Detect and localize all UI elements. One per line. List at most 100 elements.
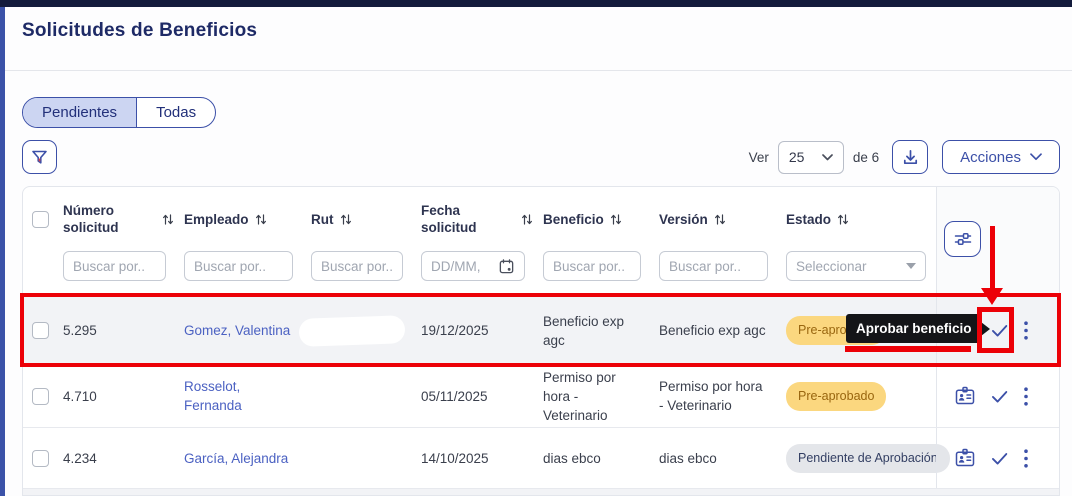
cell-actions (936, 297, 1059, 364)
row-checkbox-cell (23, 428, 63, 488)
filter-cell-empleado (184, 251, 311, 296)
cell-beneficio: Permiso por hora - Veterinario (543, 365, 659, 427)
calendar-icon[interactable] (498, 258, 515, 275)
download-button[interactable] (892, 140, 928, 174)
table-filter-row: DD/MM, Seleccionar (23, 251, 1059, 296)
employee-card-icon[interactable] (954, 320, 976, 342)
kebab-menu-icon[interactable] (1023, 386, 1029, 407)
rut-search-input[interactable] (311, 251, 403, 281)
table-row[interactable]: 4.234 García, Alejandra 14/10/2025 dias … (23, 427, 1059, 488)
sort-icon[interactable] (610, 213, 622, 226)
page-size-select[interactable]: 25 (778, 141, 844, 174)
column-header-fecha[interactable]: Fecha solicitud (421, 187, 543, 251)
requests-table: Número solicitud Empleado Rut Fecha soli… (22, 186, 1060, 496)
cell-fecha: 19/12/2025 (421, 297, 543, 364)
approve-check-icon[interactable] (989, 320, 1010, 341)
chevron-down-icon (1030, 153, 1042, 161)
cell-numero: 5.295 (63, 297, 184, 364)
redacted-rut (299, 380, 406, 412)
cell-estado: Pre-aprobado (786, 297, 936, 364)
column-settings-button[interactable] (944, 221, 981, 257)
select-caret-icon (906, 263, 916, 269)
numero-search-input[interactable] (63, 251, 166, 281)
column-header-beneficio[interactable]: Beneficio (543, 187, 659, 251)
cell-version: Beneficio exp agc (659, 297, 786, 364)
filter-button[interactable] (22, 140, 57, 174)
table-row[interactable]: 4.710 Rosselot, Fernanda 05/11/2025 Perm… (23, 364, 1059, 427)
actions-dropdown-button[interactable]: Acciones (942, 140, 1060, 174)
filter-cell-rut (311, 251, 421, 296)
employee-link[interactable]: García, Alejandra (184, 428, 311, 488)
select-all-checkbox[interactable] (32, 211, 49, 228)
row-checkbox-cell (23, 297, 63, 364)
chevron-down-icon (822, 154, 833, 161)
employee-card-icon[interactable] (954, 447, 976, 469)
page-size-value: 25 (789, 149, 805, 165)
employee-link[interactable]: Gomez, Valentina (184, 297, 311, 364)
cell-fecha: 05/11/2025 (421, 365, 543, 427)
column-header-numero[interactable]: Número solicitud (63, 187, 184, 251)
sort-icon[interactable] (521, 213, 533, 226)
column-header-estado[interactable]: Estado (786, 187, 936, 251)
status-badge: Pre-aprobado (786, 382, 886, 411)
sort-icon[interactable] (255, 213, 267, 226)
empleado-search-input[interactable] (184, 251, 293, 281)
status-badge: Pre-aprobado (786, 316, 886, 345)
sort-icon[interactable] (837, 213, 849, 226)
row-checkbox[interactable] (32, 388, 49, 405)
approve-check-icon[interactable] (989, 448, 1010, 469)
sort-icon[interactable] (162, 213, 174, 226)
table-row[interactable]: 5.295 Gomez, Valentina 19/12/2025 Benefi… (23, 296, 1059, 364)
row-checkbox[interactable] (32, 450, 49, 467)
top-accent-bar (0, 0, 1072, 7)
filter-cell-estado: Seleccionar (786, 251, 936, 296)
filter-cell-numero (63, 251, 184, 296)
filter-cell-version (659, 251, 786, 296)
actions-label: Acciones (960, 149, 1021, 166)
cell-rut (311, 297, 421, 364)
fecha-date-input[interactable]: DD/MM, (421, 251, 525, 281)
next-row-partial (23, 488, 1059, 496)
redacted-rut (299, 315, 406, 347)
page-title: Solicitudes de Beneficios (22, 20, 257, 42)
version-search-input[interactable] (659, 251, 768, 281)
cell-version: Permiso por hora - Veterinario (659, 365, 786, 427)
employee-card-icon[interactable] (954, 385, 976, 407)
kebab-menu-icon[interactable] (1023, 448, 1029, 469)
tab-todas[interactable]: Todas (136, 98, 215, 127)
sort-icon[interactable] (340, 213, 352, 226)
cell-estado: Pre-aprobado (786, 365, 936, 427)
column-header-version[interactable]: Versión (659, 187, 786, 251)
ver-label: Ver (749, 150, 769, 165)
filter-cell-fecha: DD/MM, (421, 251, 543, 296)
estado-select[interactable]: Seleccionar (786, 251, 926, 281)
cell-fecha: 14/10/2025 (421, 428, 543, 488)
cell-rut (311, 428, 421, 488)
column-header-rut[interactable]: Rut (311, 187, 421, 251)
cell-beneficio: Beneficio exp agc (543, 297, 659, 364)
cell-numero: 4.234 (63, 428, 184, 488)
left-accent-bar (0, 7, 5, 496)
cell-beneficio: dias ebco (543, 428, 659, 488)
row-checkbox[interactable] (32, 322, 49, 339)
header-checkbox-cell (23, 187, 63, 251)
filter-cell-beneficio (543, 251, 659, 296)
column-header-empleado[interactable]: Empleado (184, 187, 311, 251)
beneficio-search-input[interactable] (543, 251, 641, 281)
funnel-icon (30, 148, 49, 167)
status-tabs: Pendientes Todas (22, 97, 216, 128)
tab-pendientes[interactable]: Pendientes (23, 98, 136, 127)
table-toolbar: Ver 25 de 6 Acciones (749, 140, 1060, 174)
employee-link[interactable]: Rosselot, Fernanda (184, 365, 311, 427)
cell-actions (936, 365, 1059, 427)
total-count-label: de 6 (853, 150, 879, 165)
sort-icon[interactable] (714, 213, 726, 226)
filter-checkbox-spacer (23, 251, 63, 296)
kebab-menu-icon[interactable] (1023, 320, 1029, 341)
actions-filter-spacer (936, 251, 1059, 296)
approve-check-icon[interactable] (989, 386, 1010, 407)
cell-estado: Pendiente de Aprobación (786, 428, 936, 488)
title-divider (5, 70, 1072, 71)
row-checkbox-cell (23, 365, 63, 427)
redacted-rut (299, 442, 406, 474)
